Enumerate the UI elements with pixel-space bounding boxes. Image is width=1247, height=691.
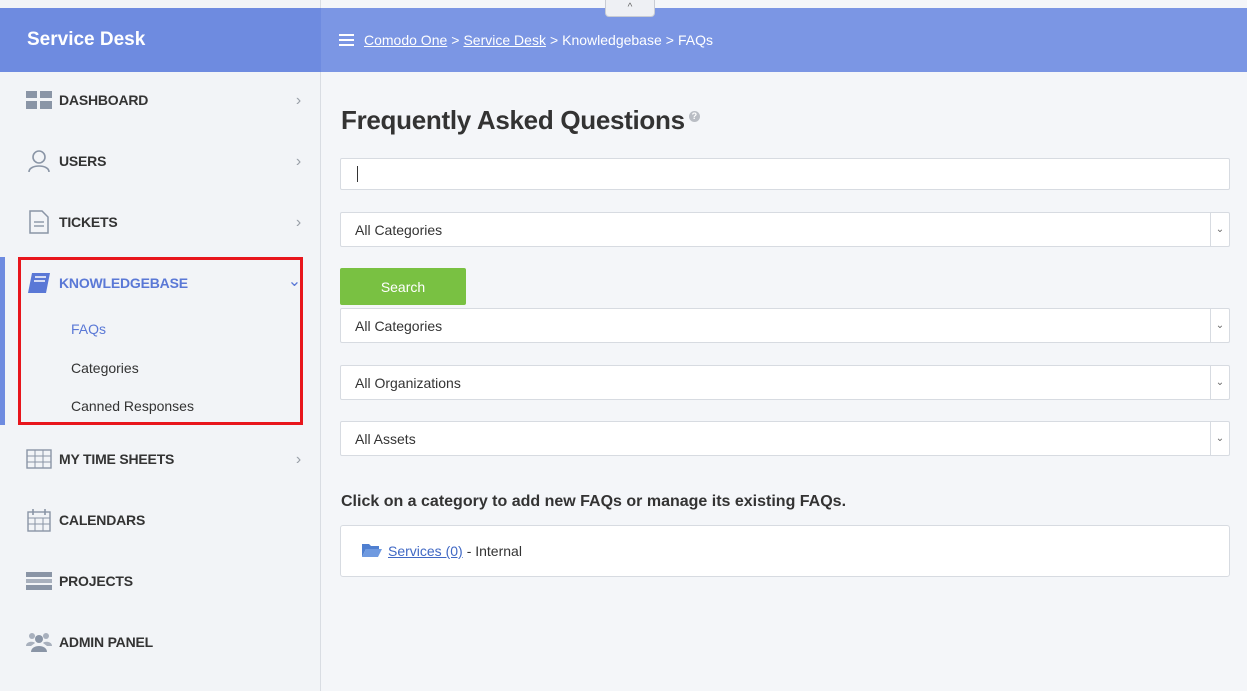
search-category-select[interactable]: All Categories ⌄ (340, 212, 1230, 247)
sidebar-item-tickets[interactable]: TICKETS › (9, 202, 309, 242)
collapse-header-toggle[interactable]: ^ (605, 0, 655, 17)
breadcrumb-faqs: FAQs (677, 32, 713, 48)
folder-open-icon (361, 542, 383, 561)
breadcrumb-separator: > (451, 32, 460, 48)
sidebar-item-label: ADMIN PANEL (59, 634, 153, 650)
sidebar-item-label: TICKETS (59, 214, 118, 230)
document-icon (26, 209, 52, 235)
top-bar: Comodo One > Service Desk > Knowledgebas… (321, 8, 1247, 72)
category-link-services[interactable]: Services (0) (388, 543, 463, 559)
text-caret (357, 166, 358, 182)
chevron-down-icon: ⌄ (1210, 309, 1229, 342)
page-title-text: Frequently Asked Questions (341, 105, 685, 135)
sidebar-item-users[interactable]: USERS › (9, 141, 309, 181)
chevron-right-icon: › (295, 214, 301, 231)
category-type-label: - Internal (466, 543, 522, 559)
projects-icon (26, 568, 52, 594)
search-input[interactable] (340, 158, 1230, 190)
active-indicator (0, 257, 5, 425)
asset-filter-value: All Assets (355, 430, 416, 447)
category-filter-value: All Categories (355, 317, 443, 334)
sidebar-item-projects[interactable]: PROJECTS (9, 561, 309, 601)
chevron-right-icon: › (295, 451, 301, 468)
help-icon[interactable]: ? (688, 111, 700, 122)
asset-filter-select[interactable]: All Assets ⌄ (340, 421, 1230, 456)
sidebar-item-label: MY TIME SHEETS (59, 451, 175, 467)
breadcrumb-separator: > (665, 32, 674, 48)
category-filter-select[interactable]: All Categories ⌄ (340, 308, 1230, 343)
sidebar-item-admin-panel[interactable]: ADMIN PANEL (9, 622, 309, 662)
sidebar-item-label: USERS (59, 153, 107, 169)
chevron-down-icon: ⌄ (1210, 366, 1229, 399)
chevron-right-icon: › (295, 92, 301, 109)
category-hint-text: Click on a category to add new FAQs or m… (341, 493, 847, 510)
sidebar-item-calendars[interactable]: CALENDARS (9, 500, 309, 540)
page-title: Frequently Asked Questions? (341, 105, 700, 136)
sidebar: Service Desk DASHBOARD › USERS › TICKETS… (0, 0, 321, 691)
sidebar-title: Service Desk (0, 8, 321, 72)
grid-table-icon (26, 446, 52, 472)
sidebar-item-label: DASHBOARD (59, 92, 149, 108)
highlight-annotation (18, 257, 303, 425)
dashboard-icon (26, 87, 52, 113)
breadcrumb-separator: > (549, 32, 559, 48)
menu-icon[interactable] (339, 34, 354, 46)
calendar-icon (26, 507, 52, 533)
chevron-down-icon: ⌄ (1210, 213, 1229, 246)
user-icon (26, 148, 52, 174)
breadcrumb-link-service-desk[interactable]: Service Desk (463, 32, 545, 48)
main-content: Frequently Asked Questions? All Categori… (321, 72, 1247, 691)
search-button[interactable]: Search (340, 268, 466, 305)
admin-users-icon (26, 629, 52, 655)
chevron-right-icon: › (295, 153, 301, 170)
organization-filter-value: All Organizations (355, 374, 461, 391)
breadcrumb-knowledgebase: Knowledgebase (562, 32, 662, 48)
organization-filter-select[interactable]: All Organizations ⌄ (340, 365, 1230, 400)
category-list: Services (0) - Internal (340, 525, 1230, 577)
sidebar-item-label: PROJECTS (59, 573, 133, 589)
breadcrumb-link-comodo-one[interactable]: Comodo One (364, 32, 447, 48)
sidebar-item-dashboard[interactable]: DASHBOARD › (9, 80, 309, 120)
search-category-value: All Categories (355, 221, 443, 238)
chevron-down-icon: ⌄ (1210, 422, 1229, 455)
sidebar-item-my-time-sheets[interactable]: MY TIME SHEETS › (9, 439, 309, 479)
sidebar-item-label: CALENDARS (59, 512, 146, 528)
